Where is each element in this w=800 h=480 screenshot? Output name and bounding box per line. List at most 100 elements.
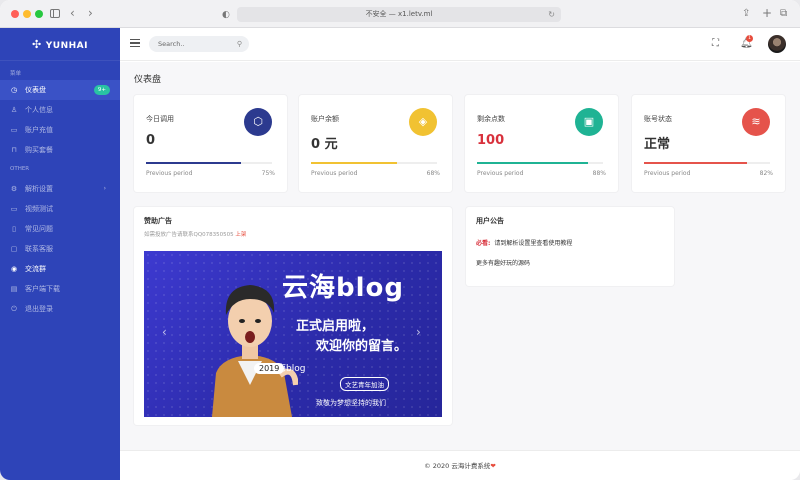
banner-year: 2019 [254, 363, 285, 374]
stat-label: 今日调用 [146, 115, 174, 123]
period-label: Previous period [311, 170, 358, 177]
progress-track [644, 162, 770, 164]
period-label: Previous period [477, 170, 524, 177]
period-label: Previous period [644, 170, 691, 177]
forward-arrow-icon[interactable]: › [88, 6, 93, 20]
sidebar-item-recharge[interactable]: ▭ 账户充值 [0, 120, 120, 140]
new-tab-icon[interactable]: + [762, 6, 772, 20]
power-icon: ⏻ [11, 305, 17, 313]
reload-icon[interactable]: ↻ [548, 7, 555, 22]
sidebar-toggle-icon[interactable] [50, 9, 60, 18]
chevron-right-icon: › [103, 185, 106, 192]
address-text: 不安全 — x1.letv.ml [365, 10, 433, 18]
stat-footer: Previous period 68% [311, 170, 440, 177]
main-content: 仪表盘 今日调用 0 ⬡ Previous period 75% 账户余额 0 … [120, 62, 800, 450]
close-window-button[interactable] [11, 10, 19, 18]
address-bar[interactable]: 不安全 — x1.letv.ml ↻ [237, 7, 561, 22]
period-label: Previous period [146, 170, 193, 177]
privacy-shield-icon[interactable]: ◐ [222, 8, 230, 22]
download-icon: ▤ [10, 285, 18, 293]
sidebar-item-label: 仪表盘 [25, 86, 46, 94]
sidebar-item-logout[interactable]: ⏻ 退出登录 [0, 299, 120, 319]
heart-icon: ❤ [490, 462, 496, 470]
share-icon[interactable]: ⇪ [742, 7, 750, 21]
document-icon: ▯ [12, 225, 16, 233]
sidebar-item-label: 联系客服 [25, 245, 53, 253]
stat-label: 剩余点数 [477, 115, 505, 123]
must-read-tag: 必看: [476, 240, 491, 247]
monitor-icon: ▭ [10, 205, 18, 213]
sidebar-item-group[interactable]: ◉ 交流群 [0, 259, 120, 279]
maximize-window-button[interactable] [35, 10, 43, 18]
banner-line-1: 正式启用啦， [296, 319, 375, 334]
notification-count-badge: 1 [746, 35, 753, 42]
sponsor-ad-card: 赞助广告 如需投放广告请联系QQ078350505 上架 云海blog 正式启用… [134, 207, 452, 425]
sidebar-item-support[interactable]: ▢ 联系客服 [0, 239, 120, 259]
percent-label: 68% [426, 170, 440, 177]
avatar[interactable] [768, 35, 786, 53]
fullscreen-icon[interactable]: ⛶ [712, 39, 719, 49]
stat-label: 账户余额 [311, 115, 339, 123]
progress-track [311, 162, 437, 164]
clipboard-icon: ▣ [575, 108, 603, 136]
dashboard-icon: ◷ [10, 86, 18, 94]
progress-fill [311, 162, 397, 164]
tag-icon: ◈ [409, 108, 437, 136]
settings-icon: ⚙ [10, 185, 18, 193]
stat-footer: Previous period 82% [644, 170, 773, 177]
search-input[interactable]: Search.. ⚲ [149, 36, 249, 52]
sidebar-item-parse-settings[interactable]: ⚙ 解析设置 › [0, 179, 120, 199]
tab-overview-icon[interactable]: ⧉ [780, 7, 787, 21]
notice-card-title: 用户公告 [476, 217, 504, 225]
cart-icon: ⊓ [11, 146, 17, 154]
sidebar-item-dashboard[interactable]: ◷ 仪表盘 9+ [0, 80, 120, 100]
stat-footer: Previous period 88% [477, 170, 606, 177]
carousel-next-icon[interactable]: › [416, 325, 421, 339]
group-icon: ◉ [10, 265, 18, 273]
ad-banner[interactable]: 云海blog 正式启用啦， 欢迎你的留言。 云海blog 2019 文艺青年加油… [144, 251, 442, 417]
search-icon[interactable]: ⚲ [237, 36, 242, 52]
sidebar-item-label: 退出登录 [25, 305, 53, 313]
sidebar-item-buy-plan[interactable]: ⊓ 购买套餐 [0, 140, 120, 160]
menu-icon[interactable] [130, 39, 140, 47]
sidebar: ✣ YUNHAI 菜单 ◷ 仪表盘 9+ ♙ 个人信息 ▭ 账户充值 ⊓ 购买套餐… [0, 28, 120, 480]
stat-card-account-status: 账号状态 正常 ≋ Previous period 82% [632, 95, 785, 192]
browser-window: ‹ › ◐ 不安全 — x1.letv.ml ↻ ⇪ + ⧉ ✣ YUNHAI 菜… [0, 0, 800, 480]
brand-logo[interactable]: ✣ YUNHAI [0, 28, 120, 61]
cube-icon: ⬡ [244, 108, 272, 136]
stat-value: 0 元 [311, 137, 338, 152]
sidebar-item-label: 购买套餐 [25, 146, 53, 154]
back-arrow-icon[interactable]: ‹ [70, 6, 75, 20]
percent-label: 88% [592, 170, 606, 177]
layers-icon: ≋ [742, 108, 770, 136]
carousel-prev-icon[interactable]: ‹ [162, 325, 167, 339]
sidebar-item-label: 交流群 [25, 265, 46, 273]
notice-item[interactable]: 更多有趣好玩的源码 [476, 258, 530, 267]
sidebar-item-faq[interactable]: ▯ 常见问题 [0, 219, 120, 239]
page-title: 仪表盘 [134, 75, 162, 85]
percent-label: 75% [261, 170, 275, 177]
nav-section-other: OTHER [10, 166, 30, 172]
stat-card-today-calls: 今日调用 0 ⬡ Previous period 75% [134, 95, 287, 192]
banner-headline: 云海blog [282, 273, 404, 303]
sidebar-item-profile[interactable]: ♙ 个人信息 [0, 100, 120, 120]
banner-tag: 文艺青年加油 [340, 377, 389, 391]
sidebar-item-video-test[interactable]: ▭ 视频测试 [0, 199, 120, 219]
sidebar-item-label: 个人信息 [25, 106, 53, 114]
stat-value: 正常 [644, 137, 671, 152]
progress-fill [146, 162, 241, 164]
ad-highlight-text: 上架 [235, 232, 247, 238]
sidebar-item-label: 视频测试 [25, 205, 53, 213]
notice-item[interactable]: 必看: 请到解析设置里查看使用教程 [476, 238, 572, 247]
banner-line-2: 欢迎你的留言。 [316, 339, 408, 354]
footer-text: © 2020 云海计费系统 [424, 462, 491, 470]
sidebar-item-label: 客户端下载 [25, 285, 60, 293]
sidebar-item-label: 常见问题 [25, 225, 53, 233]
minimize-window-button[interactable] [23, 10, 31, 18]
ad-subtitle: 如需投放广告请联系QQ078350505 上架 [144, 230, 246, 238]
stat-value: 0 [146, 133, 156, 148]
ad-contact-text: 如需投放广告请联系QQ078350505 [144, 232, 234, 238]
progress-fill [477, 162, 588, 164]
sidebar-item-download[interactable]: ▤ 客户端下载 [0, 279, 120, 299]
progress-track [146, 162, 272, 164]
